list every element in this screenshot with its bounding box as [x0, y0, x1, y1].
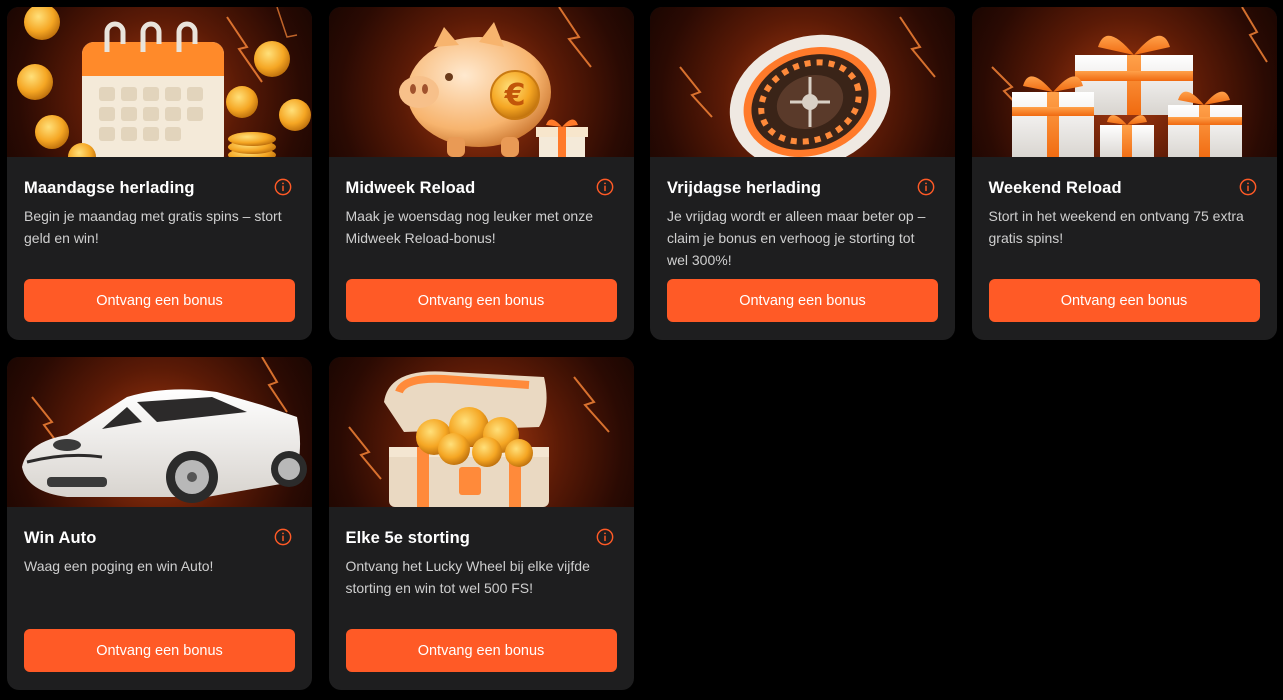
- bonus-grid: Maandagse herlading Begin je maandag met…: [7, 7, 1277, 690]
- info-icon[interactable]: [274, 528, 292, 546]
- card-title: Win Auto: [24, 529, 97, 547]
- info-icon[interactable]: [274, 178, 292, 196]
- claim-bonus-button[interactable]: Ontvang een bonus: [24, 279, 295, 322]
- bonus-card-win-auto: Win Auto Waag een poging en win Auto! On…: [7, 357, 312, 690]
- hero-image: €: [328, 7, 634, 157]
- roulette-wheel-icon: [679, 16, 936, 157]
- hero-image: [971, 7, 1277, 157]
- bonus-card-weekend: Weekend Reload Stort in het weekend en o…: [971, 7, 1277, 340]
- hero-image: [650, 7, 955, 157]
- claim-bonus-button[interactable]: Ontvang een bonus: [345, 629, 617, 672]
- card-description: Begin je maandag met gratis spins – stor…: [24, 208, 282, 246]
- card-description: Maak je woensdag nog leuker met onze Mid…: [345, 208, 593, 246]
- info-icon[interactable]: [596, 528, 614, 546]
- claim-bonus-button[interactable]: Ontvang een bonus: [667, 279, 938, 322]
- sports-car-icon: [22, 357, 307, 503]
- hero-image: [328, 357, 634, 507]
- card-description: Stort in het weekend en ontvang 75 extra…: [988, 208, 1244, 246]
- calendar-coins-icon: [17, 7, 311, 157]
- card-title: Midweek Reload: [345, 179, 476, 197]
- card-title: Elke 5e storting: [345, 529, 470, 547]
- treasure-chest-icon: [347, 371, 610, 507]
- card-title: Maandagse herlading: [24, 179, 195, 197]
- claim-bonus-button[interactable]: Ontvang een bonus: [988, 279, 1260, 322]
- svg-text:€: €: [503, 78, 525, 113]
- claim-bonus-button[interactable]: Ontvang een bonus: [24, 629, 295, 672]
- hero-image: [7, 7, 312, 157]
- claim-bonus-button[interactable]: Ontvang een bonus: [345, 279, 617, 322]
- card-title: Vrijdagse herlading: [667, 179, 822, 197]
- card-description: Je vrijdag wordt er alleen maar beter op…: [667, 208, 926, 268]
- piggy-bank-icon: €: [398, 7, 592, 157]
- gift-boxes-icon: [990, 7, 1268, 157]
- info-icon[interactable]: [1239, 178, 1257, 196]
- info-icon[interactable]: [596, 178, 614, 196]
- hero-image: [7, 357, 312, 507]
- bonus-card-fifth-deposit: Elke 5e storting Ontvang het Lucky Wheel…: [328, 357, 634, 690]
- bonus-card-monday: Maandagse herlading Begin je maandag met…: [7, 7, 312, 340]
- card-description: Waag een poging en win Auto!: [24, 558, 214, 574]
- card-title: Weekend Reload: [988, 179, 1122, 197]
- bonus-card-friday: Vrijdagse herlading Je vrijdag wordt er …: [650, 7, 955, 340]
- bonus-card-midweek: € Midweek Reload Maak je woensdag nog le…: [328, 7, 634, 340]
- info-icon[interactable]: [917, 178, 935, 196]
- card-description: Ontvang het Lucky Wheel bij elke vijfde …: [345, 558, 590, 596]
